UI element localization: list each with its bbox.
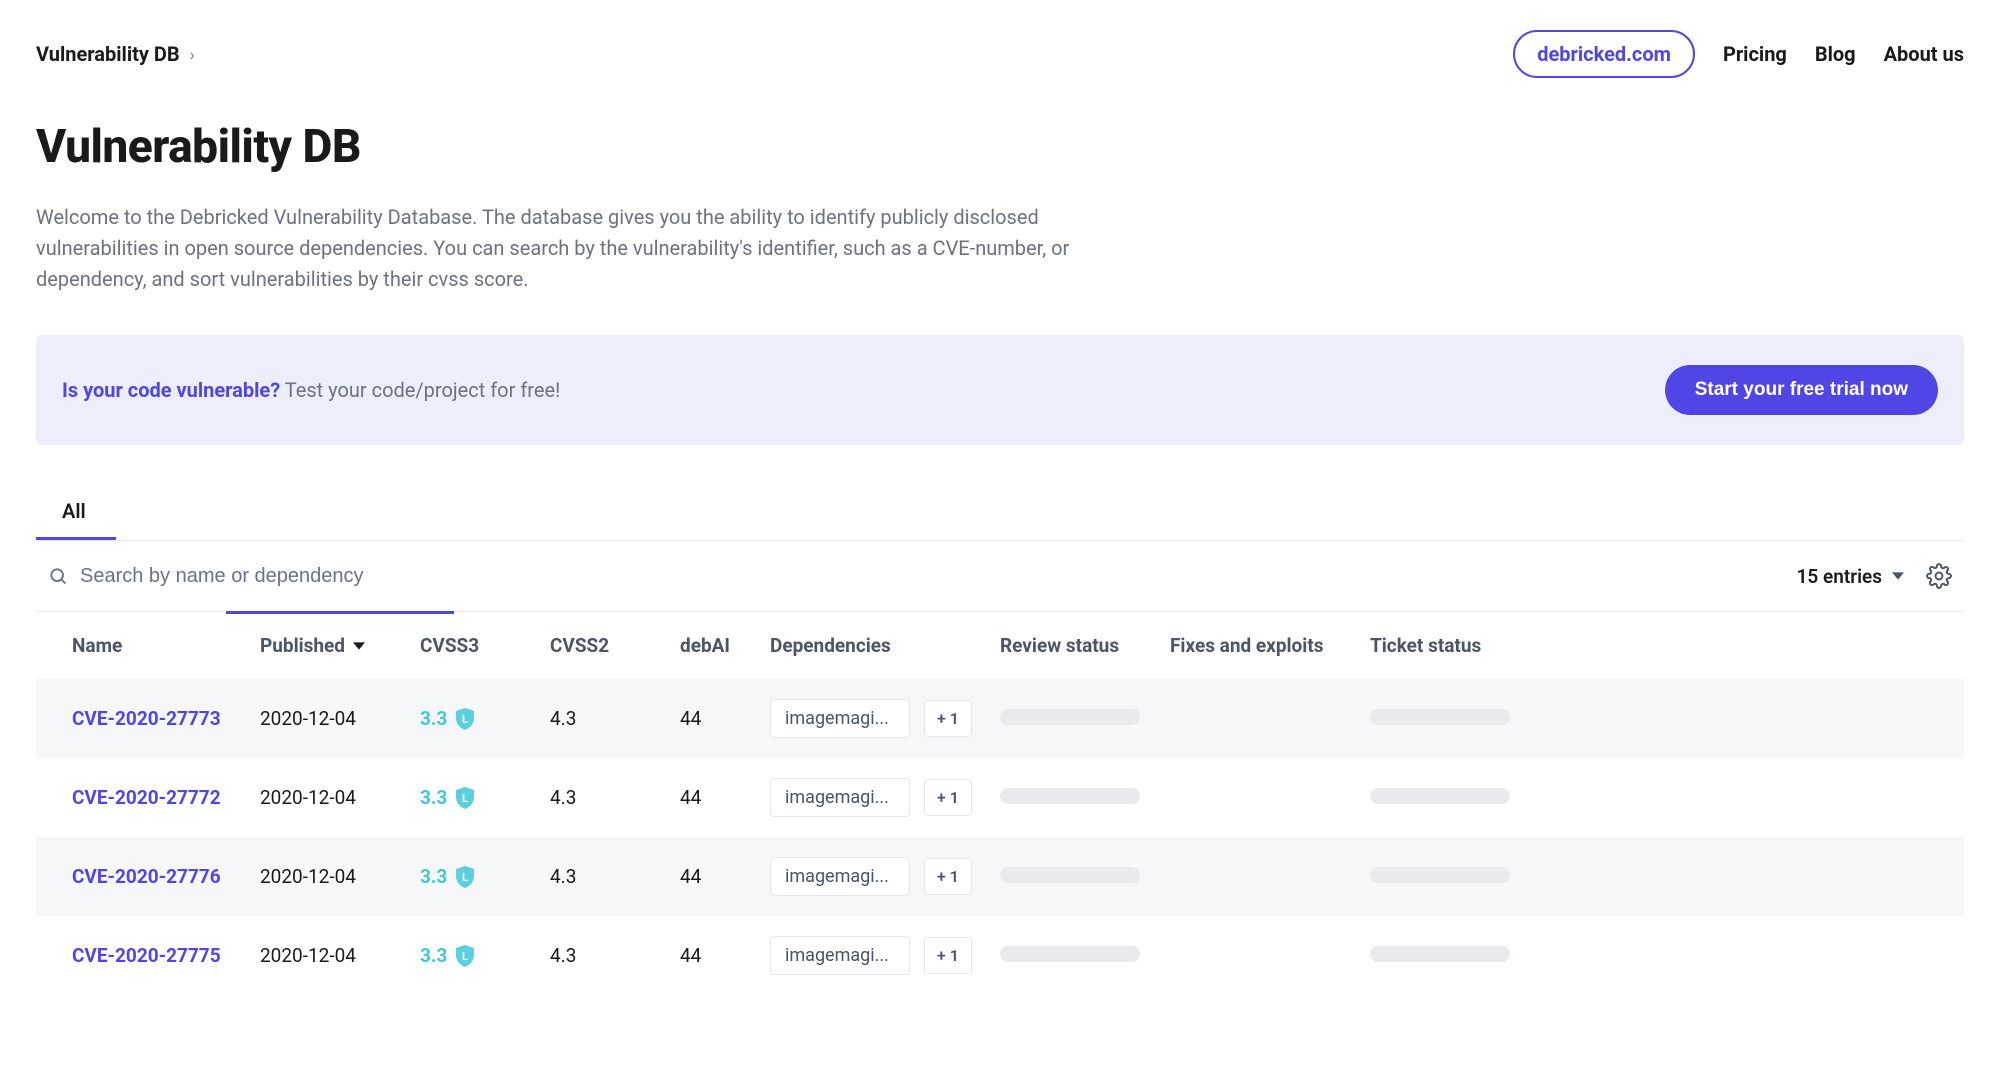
nav-link-about[interactable]: About us: [1884, 42, 1964, 66]
gear-icon: [1926, 563, 1952, 589]
review-status-placeholder: [1000, 788, 1140, 804]
dependency-chip[interactable]: imagemagi...: [770, 778, 910, 817]
severity-shield-icon: L: [455, 708, 475, 730]
dependency-more[interactable]: + 1: [924, 858, 972, 895]
cvss3-value: 3.3: [420, 786, 447, 809]
col-published[interactable]: Published: [246, 612, 406, 680]
start-trial-button[interactable]: Start your free trial now: [1665, 365, 1938, 415]
dependency-chip[interactable]: imagemagi...: [770, 699, 910, 738]
col-published-label: Published: [260, 634, 345, 657]
search-input[interactable]: [80, 565, 580, 588]
table-row: CVE-2020-27772 2020-12-04 3.3 L 4.3 44 i…: [36, 758, 1964, 837]
chevron-right-icon: ›: [190, 45, 195, 64]
nav-link-blog[interactable]: Blog: [1815, 42, 1856, 66]
intro-text: Welcome to the Debricked Vulnerability D…: [36, 202, 1086, 295]
cell-published: 2020-12-04: [246, 758, 406, 837]
cve-link[interactable]: CVE-2020-27772: [72, 786, 221, 809]
cell-cvss2: 4.3: [536, 916, 666, 995]
severity-shield-icon: L: [455, 945, 475, 967]
tabs: All: [36, 485, 1964, 541]
banner-text: Is your code vulnerable? Test your code/…: [62, 378, 560, 402]
cvss3-value: 3.3: [420, 944, 447, 967]
sort-indicator: [226, 611, 454, 614]
col-review[interactable]: Review status: [986, 612, 1156, 680]
cell-debai: 44: [666, 679, 756, 758]
ticket-status-placeholder: [1370, 867, 1510, 883]
review-status-placeholder: [1000, 709, 1140, 725]
ticket-status-placeholder: [1370, 709, 1510, 725]
nav-link-pricing[interactable]: Pricing: [1723, 42, 1787, 66]
ticket-status-placeholder: [1370, 788, 1510, 804]
cell-debai: 44: [666, 916, 756, 995]
dependency-chip[interactable]: imagemagi...: [770, 936, 910, 975]
table-row: CVE-2020-27773 2020-12-04 3.3 L 4.3 44 i…: [36, 679, 1964, 758]
caret-down-icon: [1892, 570, 1904, 582]
nav: debricked.com Pricing Blog About us: [1513, 30, 1964, 78]
table-toolbar: 15 entries: [36, 541, 1964, 611]
settings-button[interactable]: [1926, 563, 1952, 589]
banner-rest: Test your code/project for free!: [285, 378, 561, 402]
entries-label: 15 entries: [1797, 565, 1882, 588]
cell-cvss2: 4.3: [536, 758, 666, 837]
cell-debai: 44: [666, 758, 756, 837]
cell-debai: 44: [666, 837, 756, 916]
svg-text:L: L: [462, 950, 468, 963]
col-debai[interactable]: debAI: [666, 612, 756, 680]
nav-primary-link[interactable]: debricked.com: [1513, 30, 1695, 78]
breadcrumb[interactable]: Vulnerability DB ›: [36, 42, 195, 66]
dependency-more[interactable]: + 1: [924, 700, 972, 737]
col-cvss3[interactable]: CVSS3: [406, 612, 536, 680]
svg-text:L: L: [462, 792, 468, 805]
ticket-status-placeholder: [1370, 946, 1510, 962]
cell-published: 2020-12-04: [246, 679, 406, 758]
vulnerability-table: Name Published CVSS3 CVSS2 debAI Depende…: [36, 611, 1964, 995]
cell-published: 2020-12-04: [246, 916, 406, 995]
review-status-placeholder: [1000, 946, 1140, 962]
dependency-more[interactable]: + 1: [924, 779, 972, 816]
tab-all[interactable]: All: [36, 485, 116, 540]
table-row: CVE-2020-27776 2020-12-04 3.3 L 4.3 44 i…: [36, 837, 1964, 916]
col-fixes[interactable]: Fixes and exploits: [1156, 612, 1356, 680]
cve-link[interactable]: CVE-2020-27773: [72, 707, 221, 730]
banner-lead: Is your code vulnerable?: [62, 378, 280, 402]
header: Vulnerability DB › debricked.com Pricing…: [36, 0, 1964, 96]
cell-published: 2020-12-04: [246, 837, 406, 916]
cell-cvss3: 3.3 L: [420, 707, 522, 730]
severity-shield-icon: L: [455, 866, 475, 888]
sort-desc-icon: [353, 641, 365, 651]
col-cvss2[interactable]: CVSS2: [536, 612, 666, 680]
svg-text:L: L: [462, 713, 468, 726]
cve-link[interactable]: CVE-2020-27775: [72, 944, 221, 967]
svg-text:L: L: [462, 871, 468, 884]
breadcrumb-title: Vulnerability DB: [36, 42, 180, 66]
search-box[interactable]: [48, 565, 1797, 588]
cvss3-value: 3.3: [420, 707, 447, 730]
cell-cvss2: 4.3: [536, 679, 666, 758]
promo-banner: Is your code vulnerable? Test your code/…: [36, 335, 1964, 445]
cvss3-value: 3.3: [420, 865, 447, 888]
entries-dropdown[interactable]: 15 entries: [1797, 565, 1904, 588]
cve-link[interactable]: CVE-2020-27776: [72, 865, 221, 888]
table-row: CVE-2020-27775 2020-12-04 3.3 L 4.3 44 i…: [36, 916, 1964, 995]
page-title: Vulnerability DB: [36, 120, 1964, 174]
col-name[interactable]: Name: [36, 612, 246, 680]
review-status-placeholder: [1000, 867, 1140, 883]
cell-cvss3: 3.3 L: [420, 865, 522, 888]
col-ticket[interactable]: Ticket status: [1356, 612, 1964, 680]
dependency-chip[interactable]: imagemagi...: [770, 857, 910, 896]
severity-shield-icon: L: [455, 787, 475, 809]
dependency-more[interactable]: + 1: [924, 937, 972, 974]
col-dependencies[interactable]: Dependencies: [756, 612, 986, 680]
cell-cvss2: 4.3: [536, 837, 666, 916]
cell-cvss3: 3.3 L: [420, 786, 522, 809]
cell-cvss3: 3.3 L: [420, 944, 522, 967]
search-icon: [48, 566, 68, 586]
